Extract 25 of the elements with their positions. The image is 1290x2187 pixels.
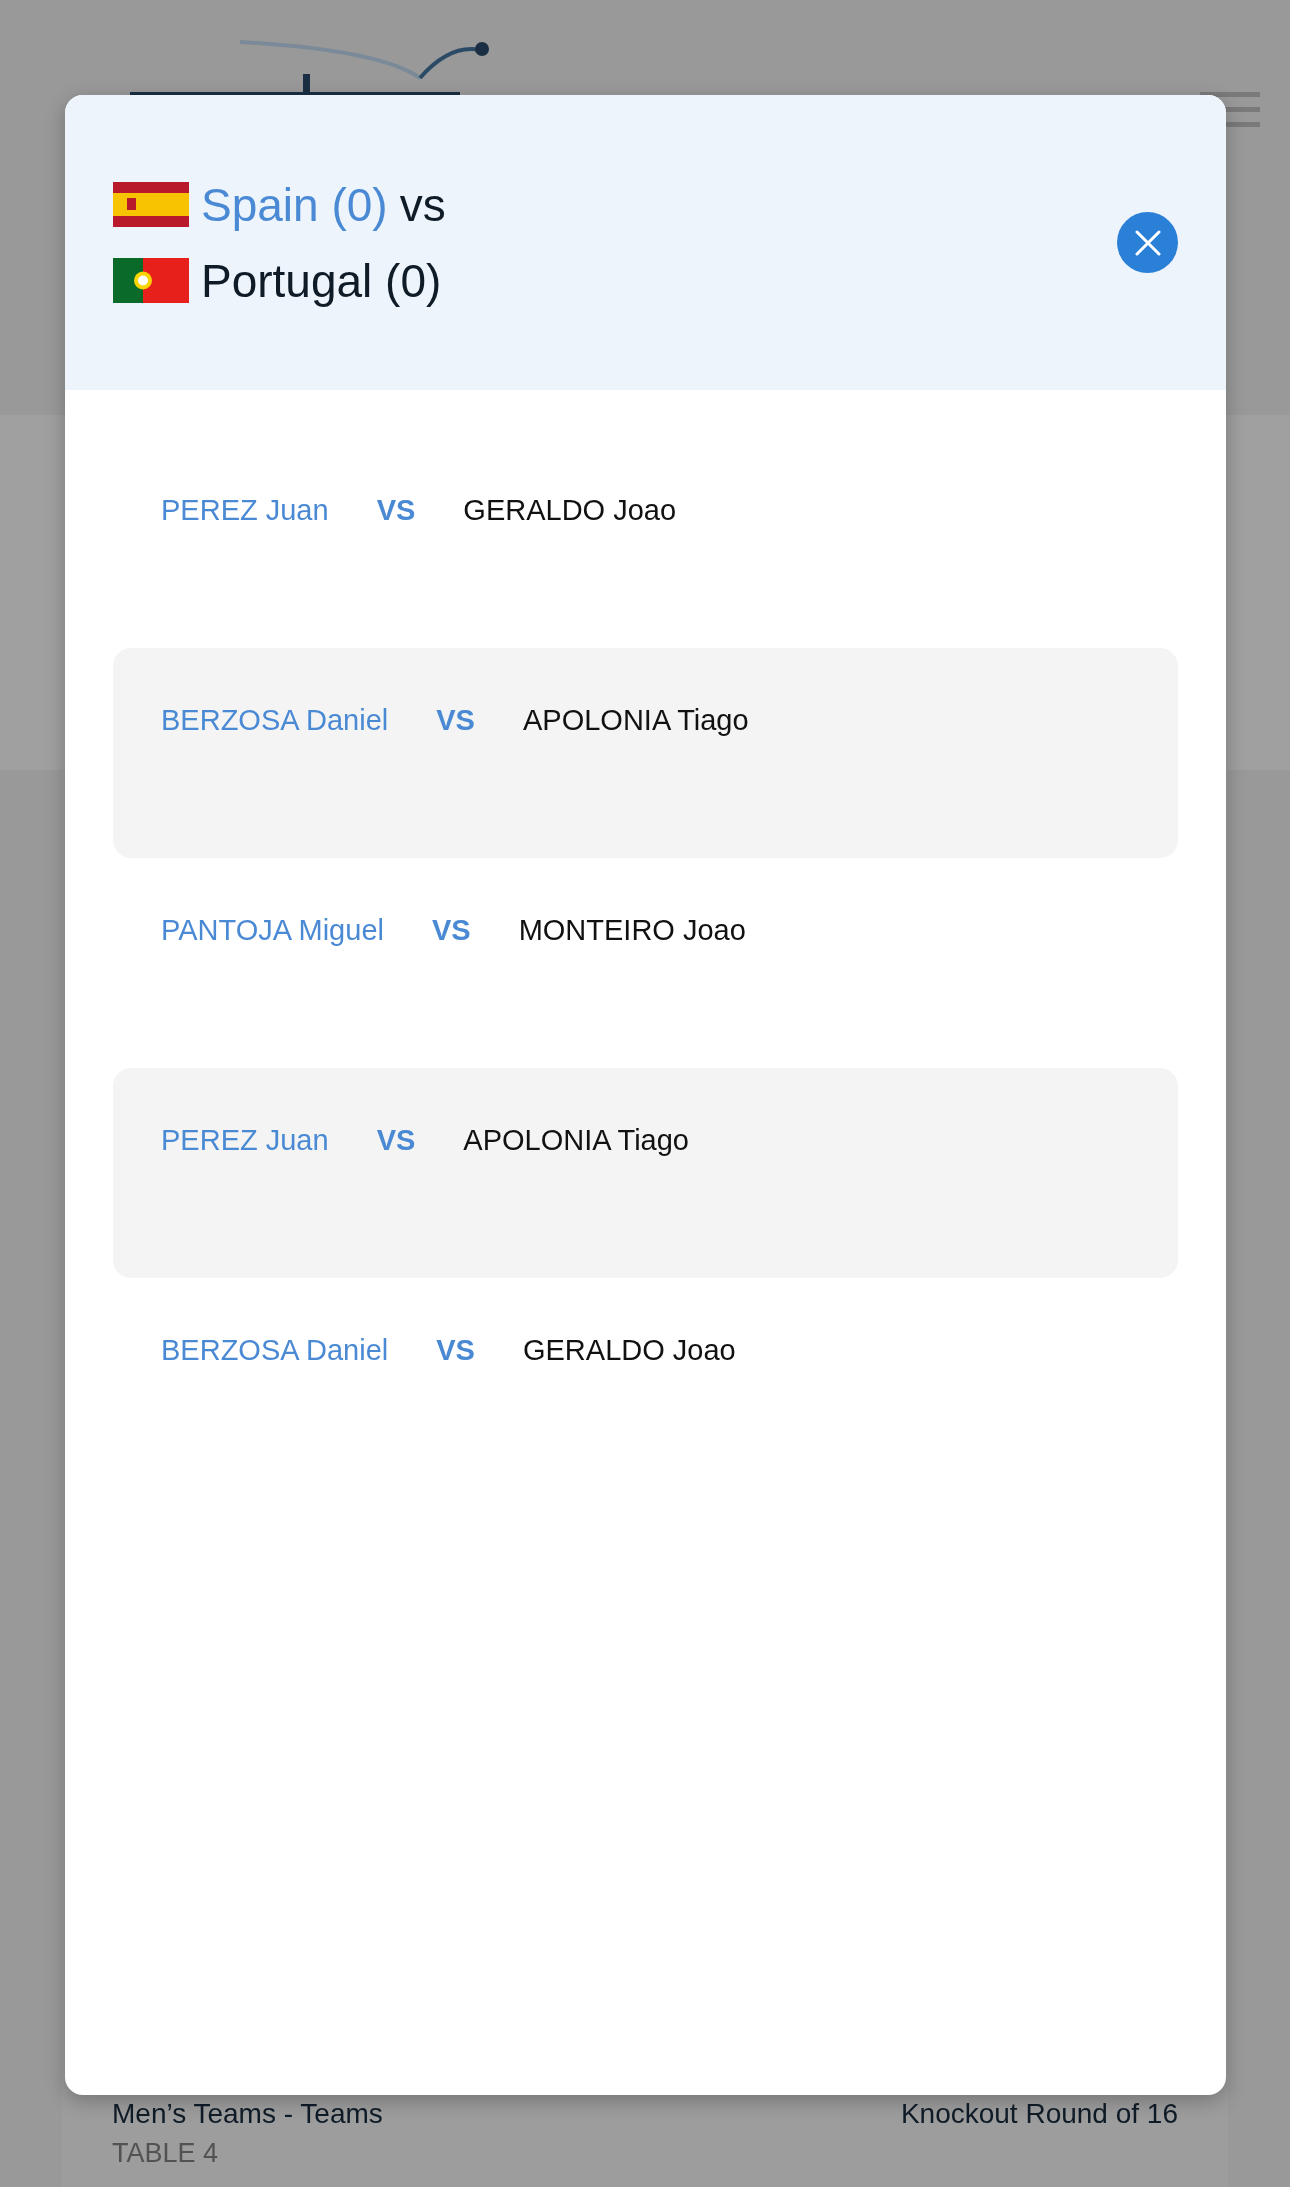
portugal-flag-icon xyxy=(113,258,189,303)
away-player: MONTEIRO Joao xyxy=(518,914,746,947)
round-name: Knockout Round of 16 xyxy=(900,2098,1178,2130)
home-player: PANTOJA Miguel xyxy=(161,914,384,947)
close-icon xyxy=(1133,228,1162,257)
versus-label: VS xyxy=(431,914,471,947)
away-player: APOLONIA Tiago xyxy=(522,704,749,737)
versus-label: VS xyxy=(436,1334,475,1367)
home-player: BERZOSA Daniel xyxy=(161,704,389,737)
away-player: APOLONIA Tiago xyxy=(463,1124,689,1157)
close-button[interactable] xyxy=(1117,212,1178,273)
versus-label: VS xyxy=(436,704,475,737)
away-player: GERALDO Joao xyxy=(522,1334,736,1367)
team-name: Spain (0) xyxy=(201,177,388,232)
away-player: GERALDO Joao xyxy=(463,494,677,527)
team-name: Portugal (0) xyxy=(201,253,442,308)
home-player: BERZOSA Daniel xyxy=(161,1334,389,1367)
versus-label: VS xyxy=(376,494,416,527)
home-player: PEREZ Juan xyxy=(161,494,329,527)
spain-flag-icon xyxy=(113,182,189,227)
table-label: TABLE 4 xyxy=(112,2138,220,2169)
versus-label: vs xyxy=(399,177,446,232)
versus-label: VS xyxy=(376,1124,416,1157)
event-name: Men’s Teams - Teams xyxy=(112,2098,383,2130)
home-player: PEREZ Juan xyxy=(161,1124,329,1157)
